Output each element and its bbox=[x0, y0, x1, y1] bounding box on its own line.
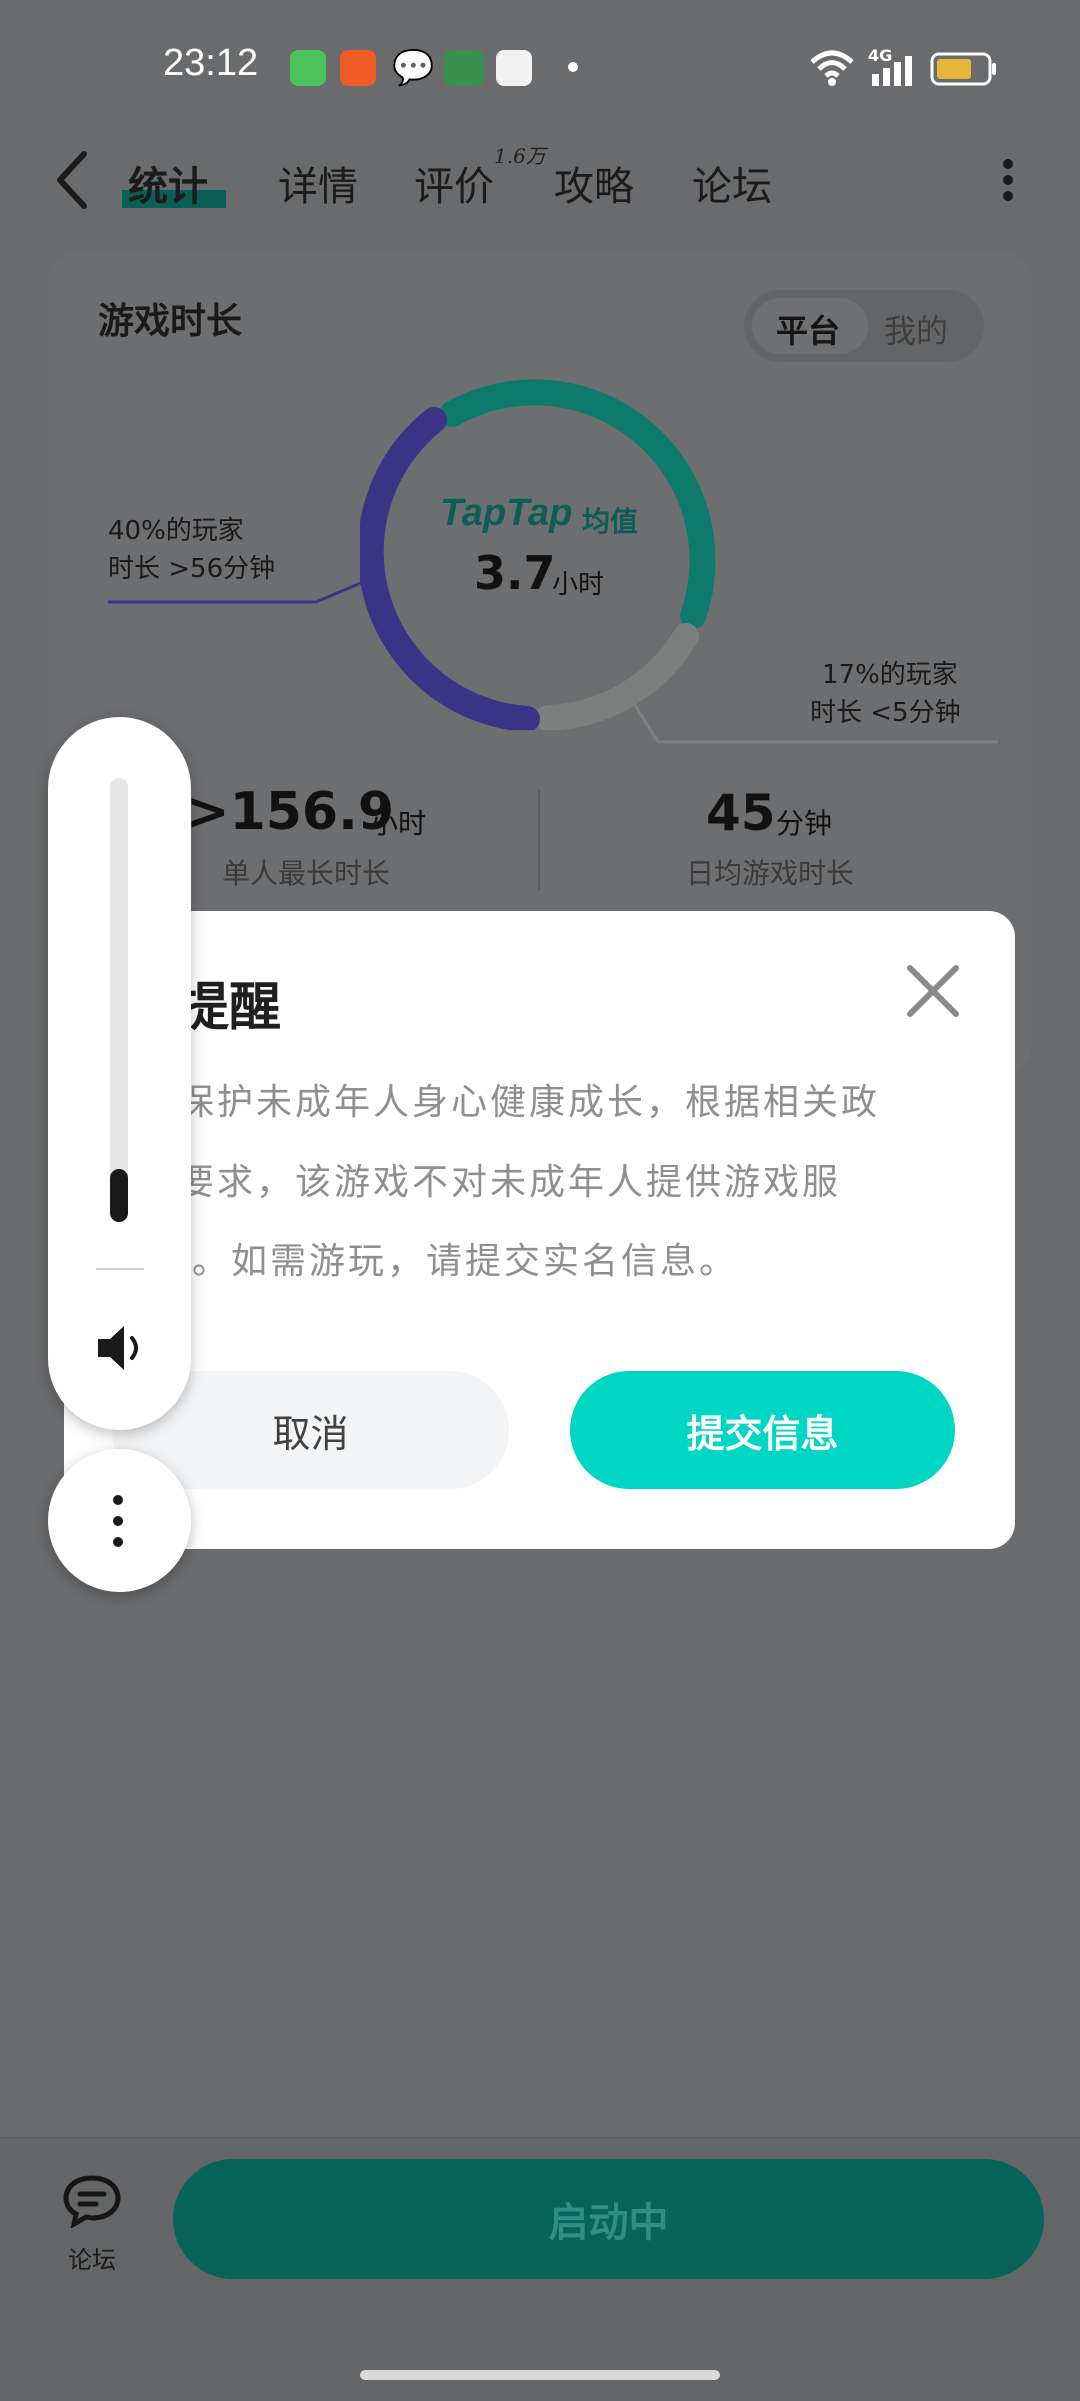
status-time: 23:12 bbox=[163, 42, 259, 84]
max-playtime-unit: 小时 bbox=[370, 807, 427, 840]
tab-forum[interactable]: 论坛 bbox=[692, 154, 772, 212]
reviews-count-badge: 1.6万 bbox=[494, 144, 546, 168]
forum-label[interactable]: 论坛 bbox=[68, 2240, 116, 2275]
dialog-text-line3: 。如需游玩，请提交实名信息。 bbox=[192, 1241, 739, 1282]
speaker-icon[interactable] bbox=[96, 1322, 146, 1374]
forum-icon[interactable] bbox=[62, 2172, 126, 2228]
oppo-app-icon bbox=[444, 50, 484, 86]
max-playtime-value: >156.9 bbox=[186, 782, 395, 842]
more-vertical-icon[interactable] bbox=[108, 1494, 128, 1548]
more-notifications-dot bbox=[568, 62, 578, 72]
average-label: 均值 bbox=[582, 505, 639, 538]
home-indicator[interactable] bbox=[360, 2370, 720, 2380]
left-callout-line1: 40%的玩家 bbox=[108, 516, 244, 546]
close-icon[interactable] bbox=[904, 962, 962, 1020]
avatar-app-icon bbox=[496, 50, 532, 86]
signal-icon bbox=[872, 56, 912, 86]
tab-stats[interactable]: 统计 bbox=[128, 154, 208, 212]
volume-divider bbox=[96, 1268, 144, 1270]
daily-playtime-value: 45 bbox=[706, 784, 776, 842]
stats-title: 游戏时长 bbox=[98, 301, 243, 342]
average-unit: 小时 bbox=[552, 570, 605, 600]
more-vertical-icon[interactable] bbox=[996, 156, 1020, 204]
tab-reviews[interactable]: 评价 bbox=[414, 154, 494, 212]
toggle-platform[interactable]: 平台 bbox=[776, 306, 840, 352]
volume-slider-fill[interactable] bbox=[110, 1169, 128, 1222]
submit-info-button[interactable]: 提交信息 bbox=[570, 1371, 955, 1489]
dialog-text-line2: 要求，该游戏不对未成年人提供游戏服 bbox=[178, 1162, 842, 1203]
daily-playtime-label: 日均游戏时长 bbox=[686, 857, 855, 890]
stats-divider bbox=[538, 790, 540, 890]
taptap-logo: TapTap bbox=[440, 492, 573, 534]
tab-guides[interactable]: 攻略 bbox=[554, 154, 634, 212]
messages-app-icon bbox=[290, 50, 326, 86]
right-callout-leader bbox=[626, 693, 998, 744]
max-playtime-label: 单人最长时长 bbox=[222, 857, 391, 890]
tab-details[interactable]: 详情 bbox=[278, 154, 358, 212]
toggle-mine[interactable]: 我的 bbox=[884, 306, 948, 352]
volume-slider-track[interactable] bbox=[110, 778, 128, 1222]
daily-playtime-unit: 分钟 bbox=[776, 807, 833, 840]
left-callout-leader bbox=[108, 578, 369, 604]
wechat-icon: 💬 bbox=[392, 48, 435, 88]
kuaishou-app-icon bbox=[340, 50, 376, 86]
dialog-text-line1: 保护未成年人身心健康成长，根据相关政 bbox=[178, 1082, 881, 1123]
right-callout-line1: 17%的玩家 bbox=[822, 660, 958, 690]
battery-icon bbox=[930, 52, 996, 86]
average-value: 3.7 bbox=[474, 546, 556, 600]
wifi-icon bbox=[810, 50, 854, 86]
launch-button[interactable]: 启动中 bbox=[173, 2159, 1044, 2279]
back-icon[interactable] bbox=[52, 148, 92, 212]
